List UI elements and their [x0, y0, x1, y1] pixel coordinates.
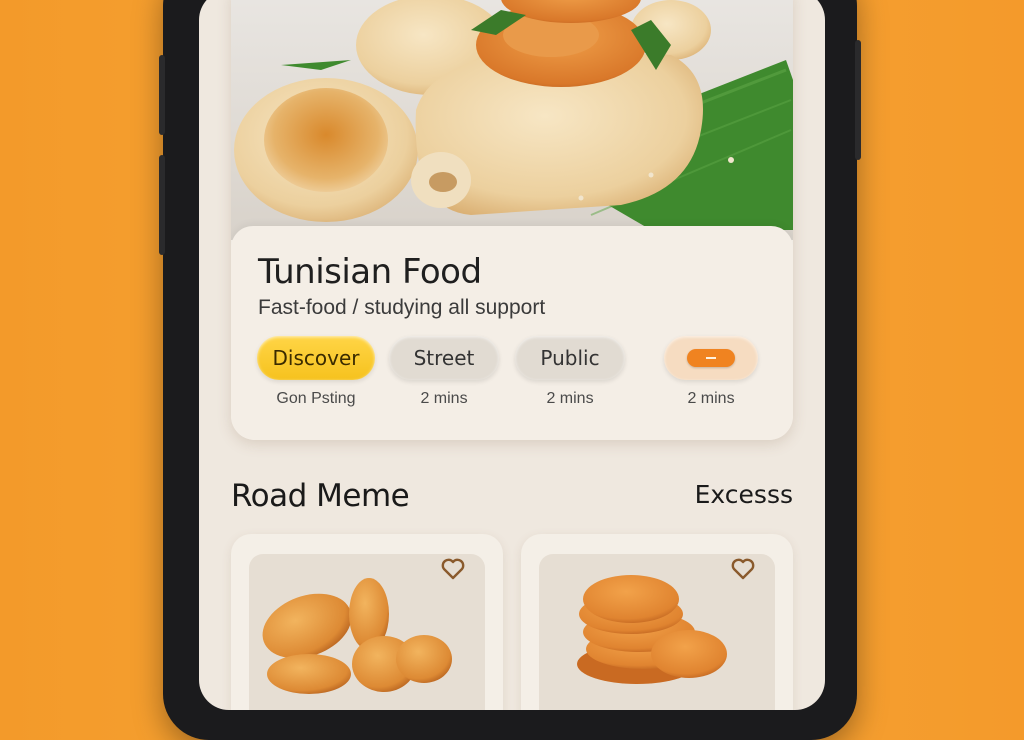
featured-food-subtitle: Fast-food / studying all support — [258, 296, 546, 319]
featured-food-image — [231, 0, 793, 240]
chip-toggle-meta: 2 mins — [687, 390, 735, 407]
chip-discover-meta: Gon Psting — [276, 390, 356, 407]
heart-icon[interactable] — [441, 558, 465, 580]
chip-public-meta: 2 mins — [546, 390, 594, 407]
phone-power-button — [855, 40, 861, 160]
chip-toggle[interactable] — [664, 336, 758, 380]
chip-public[interactable]: Public — [515, 336, 625, 380]
chip-street-meta: 2 mins — [420, 390, 468, 407]
phone-side-button-lower — [159, 155, 165, 255]
featured-food-title: Tunisian Food — [258, 252, 482, 292]
toggle-icon — [687, 349, 735, 367]
chip-street[interactable]: Street — [389, 336, 499, 380]
food-item-card[interactable] — [231, 534, 503, 710]
section-see-all-link[interactable]: Excesss — [695, 480, 793, 509]
featured-food-card[interactable]: Tunisian Food Fast-food / studying all s… — [231, 0, 793, 440]
heart-icon[interactable] — [731, 558, 755, 580]
phone-side-button-upper — [159, 55, 165, 135]
chip-discover[interactable]: Discover — [257, 336, 375, 380]
food-item-card[interactable] — [521, 534, 793, 710]
featured-food-info: Tunisian Food Fast-food / studying all s… — [231, 226, 793, 440]
app-screen: Tunisian Food Fast-food / studying all s… — [199, 0, 825, 710]
section-title: Road Meme — [231, 478, 410, 514]
